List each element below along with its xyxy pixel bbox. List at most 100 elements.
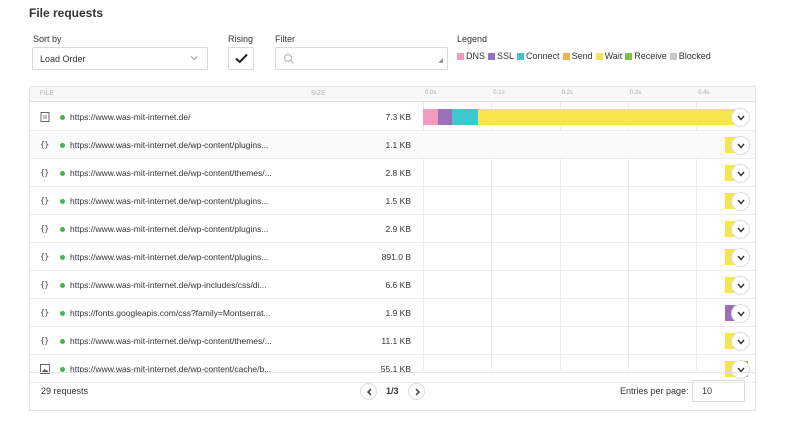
legend-swatch-connect xyxy=(517,52,525,60)
timing-waterfall xyxy=(423,159,757,186)
chevron-down-icon xyxy=(190,54,198,64)
sort-by-value: Load Order xyxy=(40,54,86,64)
expand-row-button[interactable] xyxy=(731,164,750,183)
legend-swatch-ssl xyxy=(488,52,496,60)
code-icon: {} xyxy=(40,224,49,233)
expand-row-button[interactable] xyxy=(731,248,750,267)
checkmark-icon xyxy=(235,53,248,64)
legend-item-blocked: Blocked xyxy=(678,51,711,61)
table-row[interactable]: {} https://www.was-mit-internet.de/wp-inc… xyxy=(30,271,755,299)
table-row[interactable]: {} https://www.was-mit-internet.de/wp-con… xyxy=(30,131,755,159)
timing-waterfall xyxy=(423,187,757,214)
table-row[interactable]: {} https://www.was-mit-internet.de/wp-con… xyxy=(30,215,755,243)
file-requests-table: FILE SIZE https://www.was-mit-internet.d… xyxy=(29,86,756,411)
search-icon xyxy=(283,53,294,64)
resize-handle-icon: ◢ xyxy=(438,58,443,64)
table-row[interactable]: {} https://www.was-mit-internet.de/wp-con… xyxy=(30,187,755,215)
timing-waterfall xyxy=(423,243,757,270)
legend-swatch-blocked xyxy=(669,52,677,60)
expand-row-button[interactable] xyxy=(731,276,750,295)
expand-row-button[interactable] xyxy=(731,192,750,211)
legend-item-ssl: SSL xyxy=(497,51,515,61)
filter-label: Filter xyxy=(275,34,295,44)
timing-bar-connect xyxy=(451,109,478,125)
code-icon: {} xyxy=(40,168,49,177)
request-count: 29 requests xyxy=(41,386,89,396)
timing-waterfall xyxy=(423,327,757,354)
table-row[interactable]: {} https://www.was-mit-internet.de/wp-con… xyxy=(30,243,755,271)
chevron-down-icon xyxy=(737,283,745,289)
expand-row-button[interactable] xyxy=(731,136,750,155)
table-footer: 29 requests 1/3 Entries per page: 10 xyxy=(30,372,755,412)
code-icon: {} xyxy=(40,336,49,345)
timeline-tick-label: 0.0s xyxy=(425,90,437,96)
request-url: https://fonts.googleapis.com/css?family=… xyxy=(70,308,271,318)
table-row[interactable]: {} https://www.was-mit-internet.de/wp-con… xyxy=(30,159,755,187)
request-url: https://www.was-mit-internet.de/wp-conte… xyxy=(70,224,269,234)
timing-waterfall xyxy=(423,103,757,130)
status-dot xyxy=(60,283,65,288)
rising-label: Rising xyxy=(228,34,254,44)
request-size: 11.1 KB xyxy=(381,336,411,346)
table-row[interactable]: https://www.was-mit-internet.de/7.3 KB xyxy=(30,103,755,131)
legend-item-send: Send xyxy=(571,51,593,61)
chevron-down-icon xyxy=(737,227,745,233)
request-size: 891.0 B xyxy=(381,252,411,262)
previous-page-button[interactable] xyxy=(360,383,377,400)
expand-row-button[interactable] xyxy=(731,304,750,323)
chevron-right-icon xyxy=(415,388,420,396)
entries-per-page-value: 10 xyxy=(702,386,713,396)
timeline-tick-label: 0.2s xyxy=(561,90,573,96)
legend-swatch-send xyxy=(562,52,570,60)
request-size: 1.1 KB xyxy=(385,140,411,150)
code-icon: {} xyxy=(40,280,49,289)
status-dot xyxy=(60,199,65,204)
chevron-down-icon xyxy=(737,171,745,177)
timeline-tick-label: 0.4s xyxy=(698,90,710,96)
request-size: 1.9 KB xyxy=(385,308,411,318)
timing-waterfall xyxy=(423,271,757,298)
filter-input[interactable]: ◢ xyxy=(275,47,448,70)
status-dot xyxy=(60,255,65,260)
request-size: 2.9 KB xyxy=(385,224,411,234)
timing-waterfall xyxy=(423,299,757,326)
chevron-down-icon xyxy=(737,115,745,121)
page-title: File requests xyxy=(29,6,104,20)
timing-bar-ssl xyxy=(438,109,452,125)
next-page-button[interactable] xyxy=(408,383,425,400)
request-url: https://www.was-mit-internet.de/wp-conte… xyxy=(70,168,272,178)
timeline-tick-label: 0.3s xyxy=(629,90,642,96)
expand-row-button[interactable] xyxy=(731,332,750,351)
legend-item-receive: Receive xyxy=(634,51,667,61)
status-dot xyxy=(60,227,65,232)
status-dot xyxy=(60,143,65,148)
rising-checkbox[interactable] xyxy=(228,47,254,70)
table-row[interactable]: {} https://fonts.googleapis.com/css?famil… xyxy=(30,299,755,327)
sort-by-select[interactable]: Load Order xyxy=(32,47,208,70)
legend-item-connect: Connect xyxy=(526,51,560,61)
request-url: https://www.was-mit-internet.de/wp-conte… xyxy=(70,336,272,346)
chevron-left-icon xyxy=(367,388,372,396)
sort-by-label: Sort by xyxy=(33,34,62,44)
timeline-tick-label: 0.1s xyxy=(493,90,505,96)
document-icon xyxy=(40,112,50,122)
column-header-file: FILE xyxy=(40,91,54,97)
expand-row-button[interactable] xyxy=(731,220,750,239)
entries-per-page-label: Entries per page: xyxy=(620,386,689,396)
timing-waterfall xyxy=(423,131,757,158)
request-url: https://www.was-mit-internet.de/wp-conte… xyxy=(70,252,269,262)
request-url: https://www.was-mit-internet.de/wp-conte… xyxy=(70,140,269,150)
legend-item-dns: DNS xyxy=(466,51,486,61)
table-row[interactable]: {} https://www.was-mit-internet.de/wp-con… xyxy=(30,327,755,355)
expand-row-button[interactable] xyxy=(731,108,750,127)
request-size: 7.3 KB xyxy=(385,112,411,122)
table-header: FILE SIZE xyxy=(30,87,755,102)
legend-item-wait: Wait xyxy=(604,51,623,61)
timing-waterfall xyxy=(423,215,757,242)
request-size: 1.5 KB xyxy=(385,196,411,206)
request-url: https://www.was-mit-internet.de/ xyxy=(70,112,191,122)
status-dot xyxy=(60,339,65,344)
code-icon: {} xyxy=(40,196,49,205)
entries-per-page-input[interactable]: 10 xyxy=(692,380,745,402)
request-url: https://www.was-mit-internet.de/wp-inclu… xyxy=(70,280,267,290)
